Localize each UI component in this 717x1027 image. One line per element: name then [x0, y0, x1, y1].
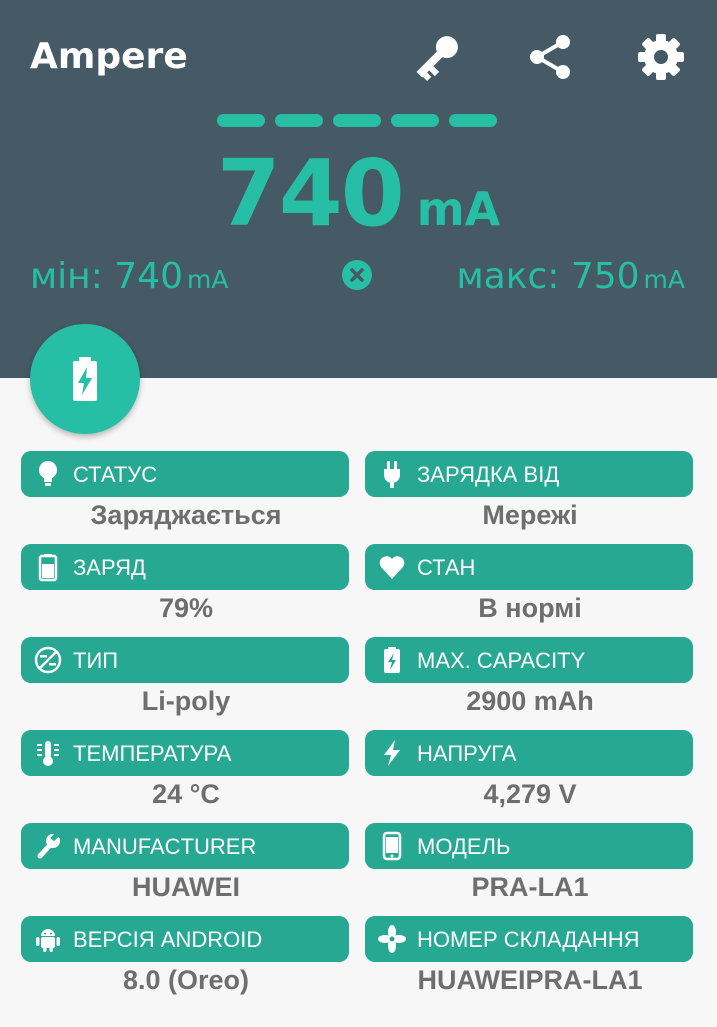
- battery-charging-icon: [377, 645, 407, 675]
- info-card-build-number: НОМЕР СКЛАДАННЯ HUAWEIPRA-LA1: [365, 916, 695, 1008]
- current-level-indicator: [217, 114, 502, 128]
- card-header: СТАН: [365, 544, 693, 590]
- card-label: MANUFACTURER: [73, 834, 257, 859]
- current-unit: mA: [416, 182, 501, 236]
- lightbulb-icon: [33, 459, 63, 489]
- card-header: СТАТУС: [21, 451, 349, 497]
- min-reading: мін: 740 mA: [30, 256, 228, 297]
- info-card-health: СТАН В нормі: [365, 544, 695, 636]
- info-card-manufacturer: MANUFACTURER HUAWEI: [21, 823, 351, 915]
- tech-icon: [33, 645, 63, 675]
- wrench-icon: [33, 831, 63, 861]
- phone-icon: [377, 831, 407, 861]
- min-unit: mA: [186, 265, 229, 294]
- settings-icon[interactable]: [634, 30, 688, 84]
- info-card-voltage: НАПРУГА 4,279 V: [365, 730, 695, 822]
- card-value: 24 °C: [152, 779, 220, 809]
- card-label: MAX. CAPACITY: [417, 648, 586, 673]
- share-icon[interactable]: [523, 30, 577, 84]
- bolt-icon: [377, 738, 407, 768]
- plug-icon: [377, 459, 407, 489]
- card-label: НАПРУГА: [417, 741, 517, 766]
- info-card-status: СТАТУС Заряджається: [21, 451, 351, 543]
- min-label: мін: 740: [30, 256, 183, 297]
- app-header: Ampere 740 mA мін: 740 mA макс: 750 mA: [0, 0, 717, 378]
- info-card-charging-source: ЗАРЯДКА ВІД Мережі: [365, 451, 695, 543]
- card-value: 8.0 (Oreo): [122, 965, 250, 995]
- card-value: В нормі: [478, 593, 582, 623]
- card-value: PRA-LA1: [471, 872, 589, 902]
- battery-icon: [33, 552, 63, 582]
- card-value: Мережі: [482, 500, 578, 530]
- card-value: HUAWEIPRA-LA1: [417, 965, 643, 995]
- card-label: ЗАРЯДКА ВІД: [417, 462, 560, 487]
- info-card-type: ТИП Li-poly: [21, 637, 351, 729]
- battery-charging-icon: [73, 357, 97, 401]
- info-card-capacity: MAX. CAPACITY 2900 mAh: [365, 637, 695, 729]
- current-reading: 740 mA: [0, 140, 717, 247]
- info-card-model: МОДЕЛЬ PRA-LA1: [365, 823, 695, 915]
- card-label: НОМЕР СКЛАДАННЯ: [417, 927, 640, 952]
- card-value: 79%: [158, 593, 214, 623]
- card-header: ЗАРЯДКА ВІД: [365, 451, 693, 497]
- max-label: макс: 750: [456, 256, 640, 297]
- card-value: Li-poly: [141, 686, 231, 716]
- level-dash: [391, 114, 439, 127]
- card-value: HUAWEI: [132, 872, 240, 902]
- card-value: 4,279 V: [483, 779, 577, 809]
- card-header: ЗАРЯД: [21, 544, 349, 590]
- card-header: ТЕМПЕРАТУРА: [21, 730, 349, 776]
- android-icon: [33, 924, 63, 954]
- battery-fab-button[interactable]: [30, 324, 140, 434]
- card-header: ВЕРСІЯ ANDROID: [21, 916, 349, 962]
- fan-icon: [377, 924, 407, 954]
- reset-minmax-button[interactable]: [342, 260, 372, 290]
- app-title: Ampere: [30, 36, 188, 77]
- card-value: 2900 mAh: [466, 686, 594, 716]
- card-label: ТЕМПЕРАТУРА: [73, 741, 232, 766]
- level-dash: [333, 114, 381, 127]
- card-label: ВЕРСІЯ ANDROID: [73, 927, 263, 952]
- card-header: MAX. CAPACITY: [365, 637, 693, 683]
- max-reading: макс: 750 mA: [456, 256, 685, 297]
- key-icon[interactable]: [410, 30, 464, 84]
- heart-icon: [377, 552, 407, 582]
- info-card-charge: ЗАРЯД 79%: [21, 544, 351, 636]
- card-label: МОДЕЛЬ: [417, 834, 511, 859]
- card-label: СТАН: [417, 555, 476, 580]
- current-value: 740: [216, 140, 405, 247]
- card-label: ТИП: [73, 648, 119, 673]
- thermometer-icon: [33, 738, 63, 768]
- close-icon: [350, 268, 364, 282]
- max-unit: mA: [643, 265, 685, 294]
- level-dash: [449, 114, 497, 127]
- card-label: ЗАРЯД: [73, 555, 146, 580]
- info-card-android-version: ВЕРСІЯ ANDROID 8.0 (Oreo): [21, 916, 351, 1008]
- card-header: МОДЕЛЬ: [365, 823, 693, 869]
- card-header: НОМЕР СКЛАДАННЯ: [365, 916, 693, 962]
- card-header: MANUFACTURER: [21, 823, 349, 869]
- level-dash: [217, 114, 265, 127]
- info-card-temperature: ТЕМПЕРАТУРА 24 °C: [21, 730, 351, 822]
- card-label: СТАТУС: [73, 462, 158, 487]
- level-dash: [275, 114, 323, 127]
- card-header: ТИП: [21, 637, 349, 683]
- card-header: НАПРУГА: [365, 730, 693, 776]
- card-value: Заряджається: [90, 500, 282, 530]
